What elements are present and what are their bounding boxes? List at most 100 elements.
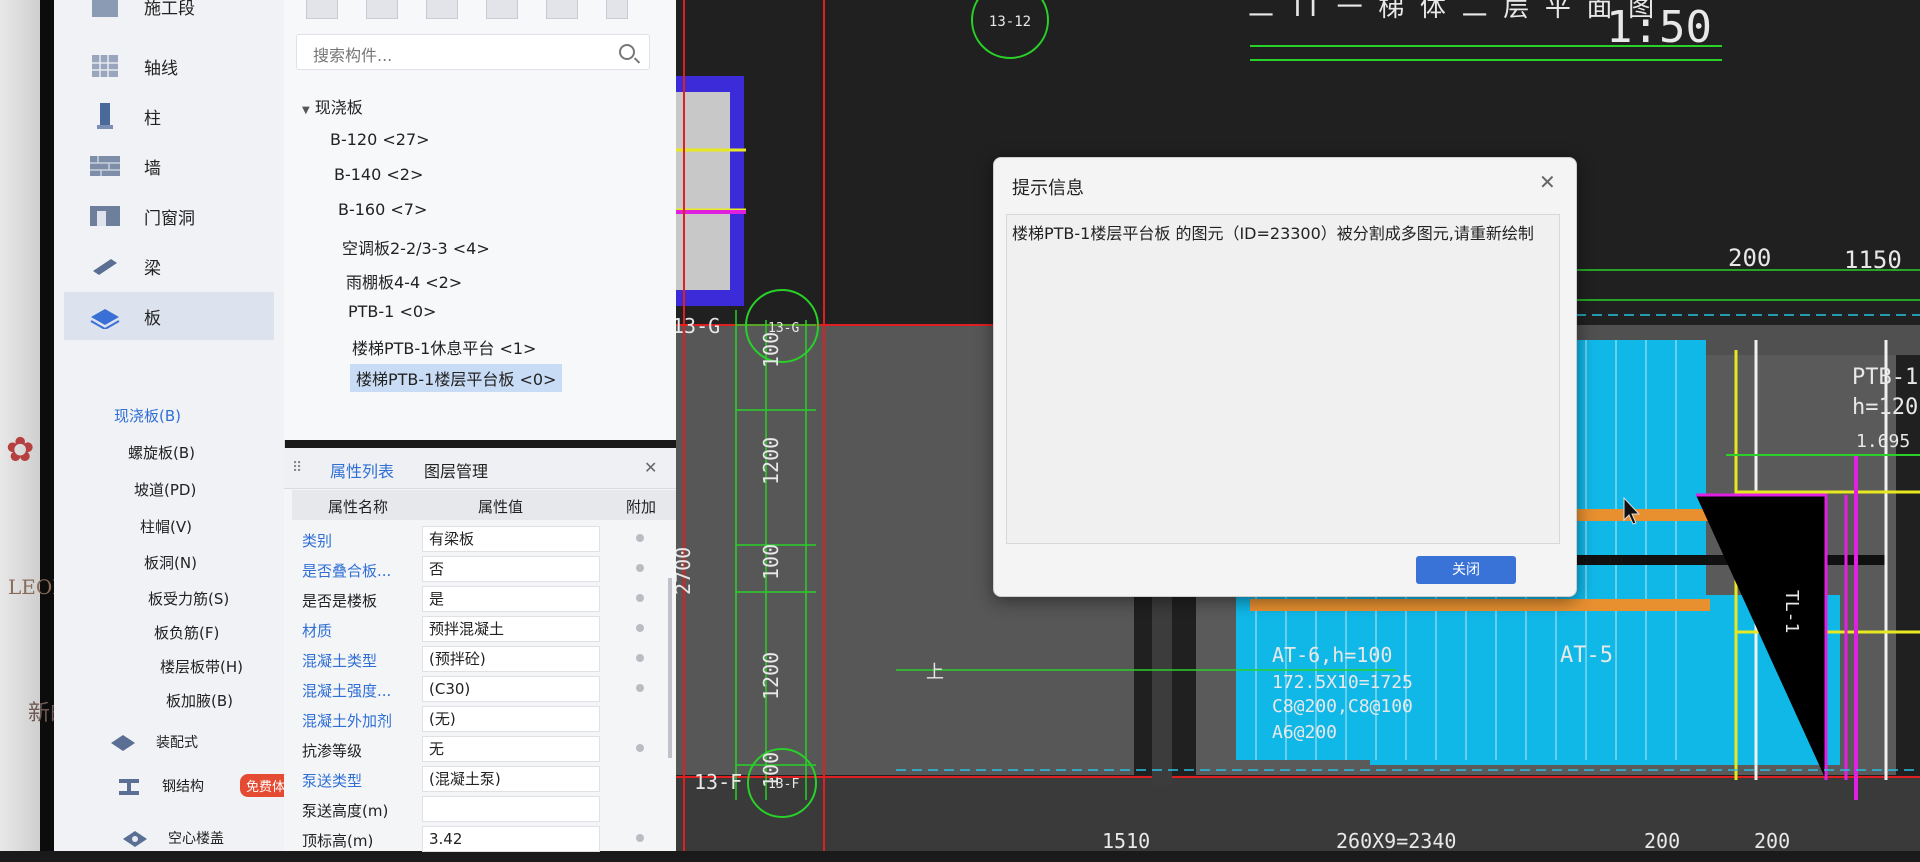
search-icon[interactable] [619, 44, 635, 60]
attach-checkbox[interactable] [636, 624, 644, 632]
property-value[interactable]: 预拌混凝土 [422, 616, 600, 642]
tree-toolbar [284, 0, 676, 28]
construction-section-icon [88, 0, 122, 21]
attach-checkbox[interactable] [636, 564, 644, 572]
property-value[interactable]: 有梁板 [422, 526, 600, 552]
property-value[interactable]: 是 [422, 586, 600, 612]
import-button[interactable] [546, 0, 578, 19]
at6-label: AT-6,h=100 [1272, 643, 1392, 667]
property-value[interactable]: 无 [422, 736, 600, 762]
nav-item-label: 轴线 [144, 58, 178, 79]
info-dialog: 提示信息 ✕ 楼梯PTB-1楼层平台板 的图元（ID=23300）被分割成多图元… [993, 157, 1577, 597]
sub-item-ramp[interactable]: 坡道(PD) [134, 479, 304, 500]
layer-copy-button[interactable] [486, 0, 518, 19]
dialog-message: 楼梯PTB-1楼层平台板 的图元（ID=23300）被分割成多图元,请重新绘制 [1012, 224, 1534, 243]
at6-steps: 172.5X10=1725 [1272, 672, 1413, 693]
drag-grip-icon[interactable]: ⠿ [292, 460, 302, 476]
properties-tabs: ⠿ 属性列表 图层管理 ✕ [284, 448, 676, 489]
tree-node-b160[interactable]: B-160 <7> [338, 200, 427, 219]
copy-button[interactable] [366, 0, 398, 19]
properties-panel: ⠿ 属性列表 图层管理 ✕ 属性名称 属性值 附加 类别 有梁板 是否叠合板...… [284, 448, 676, 854]
sub-item-cast-slab[interactable]: 现浇板(B) [114, 405, 284, 426]
column-header-value: 属性值 [478, 498, 524, 516]
dialog-message-box [1006, 214, 1560, 544]
tree-node-floor-platform[interactable]: 楼梯PTB-1楼层平台板 <0> [350, 364, 563, 392]
property-value[interactable] [422, 796, 600, 822]
table-row: 顶标高(m) 3.42 [292, 824, 672, 854]
attach-checkbox[interactable] [636, 834, 644, 842]
search-placeholder: 搜索构件... [313, 46, 393, 65]
property-value[interactable]: (混凝土泵) [422, 766, 600, 792]
property-name: 混凝土外加剂 [302, 712, 393, 730]
dim-text-1200a: 1200 [759, 437, 783, 485]
nav-item-label: 施工段 [144, 0, 195, 19]
collapse-triangle-icon[interactable]: ▼ [302, 105, 310, 116]
new-component-button[interactable] [306, 0, 338, 19]
tree-root-label: 现浇板 [314, 98, 363, 117]
table-row: 泵送高度(m) [292, 794, 672, 824]
background-ornament-icon: ✿ [6, 430, 35, 470]
property-name: 类别 [302, 532, 333, 550]
property-name: 泵送高度(m) [302, 802, 389, 820]
property-value[interactable]: 否 [422, 556, 600, 582]
up-mark: 上 [926, 662, 944, 683]
nav-item-beam[interactable]: 梁 [64, 242, 274, 290]
property-name: 是否叠合板... [302, 562, 392, 580]
nav-item-door-window[interactable]: 门窗洞 [64, 192, 274, 240]
tree-node-canopy[interactable]: 雨棚板4-4 <2> [346, 269, 462, 293]
nav-item-construction-section[interactable]: 施工段 [64, 0, 274, 30]
component-tree-panel: 搜索构件... ▼ 现浇板 B-120 <27> B-140 <2> B-160… [284, 0, 676, 440]
close-icon[interactable]: ✕ [644, 458, 657, 477]
more-button[interactable] [606, 0, 628, 19]
tree-node-b140[interactable]: B-140 <2> [334, 165, 423, 184]
nav-item-label: 门窗洞 [144, 208, 195, 229]
search-input[interactable]: 搜索构件... [296, 34, 650, 70]
attach-checkbox[interactable] [636, 744, 644, 752]
door-window-icon [88, 201, 122, 231]
nav-item-label: 墙 [144, 158, 161, 179]
tree-node-ac-slab[interactable]: 空调板2-2/3-3 <4> [342, 235, 490, 259]
properties-table-header: 属性名称 属性值 附加 [292, 490, 676, 520]
attach-checkbox[interactable] [636, 684, 644, 692]
properties-scrollbar[interactable] [668, 578, 672, 758]
attach-checkbox[interactable] [636, 534, 644, 542]
dim-text-100a: 100 [759, 332, 783, 368]
ptb-height: h=120 [1852, 395, 1918, 420]
table-row: 材质 预拌混凝土 [292, 614, 672, 644]
tree-node-b120[interactable]: B-120 <27> [330, 130, 430, 149]
column-icon [88, 101, 122, 131]
tab-layer-management[interactable]: 图层管理 [424, 458, 488, 482]
nav-item-slab[interactable]: 板 [64, 292, 274, 340]
table-row: 是否是楼板 是 [292, 584, 672, 614]
tree-node-ptb1[interactable]: PTB-1 <0> [348, 302, 436, 321]
property-value[interactable]: (C30) [422, 676, 600, 702]
steel-structure-icon [112, 771, 146, 801]
dim-text-100c: 100 [759, 752, 783, 788]
nav-item-axis[interactable]: 轴线 [64, 42, 274, 90]
attach-checkbox[interactable] [636, 654, 644, 662]
delete-button[interactable] [426, 0, 458, 19]
nav-item-label: 梁 [144, 258, 161, 279]
property-value[interactable]: 3.42 [422, 826, 600, 852]
nav-item-prefab[interactable]: 装配式 [94, 718, 304, 766]
property-name: 是否是楼板 [302, 592, 378, 610]
property-value[interactable]: (无) [422, 706, 600, 732]
tab-property-list[interactable]: 属性列表 [330, 458, 394, 482]
sub-item-spiral-slab[interactable]: 螺旋板(B) [128, 442, 298, 463]
property-value[interactable]: (预拌砼) [422, 646, 600, 672]
nav-item-wall[interactable]: 墙 [64, 142, 274, 190]
dim-text-1200b: 1200 [759, 652, 783, 700]
table-row: 混凝土强度... (C30) [292, 674, 672, 704]
attach-checkbox[interactable] [636, 594, 644, 602]
nav-item-column[interactable]: 柱 [64, 92, 274, 140]
component-nav: 施工段 轴线 柱 墙 门窗洞 梁 板 现浇板(B) 螺旋板(B) 坡道(PD) … [54, 0, 285, 851]
table-row: 混凝土类型 (预拌砼) [292, 644, 672, 674]
close-icon[interactable]: ✕ [1539, 170, 1556, 194]
close-button[interactable]: 关闭 [1416, 556, 1516, 584]
tree-root[interactable]: ▼ 现浇板 [302, 94, 363, 118]
axis-label-13f: 13-F [694, 770, 742, 794]
nav-item-label: 钢结构 [162, 779, 204, 795]
at6-rebar: C8@200,C8@100 [1272, 696, 1413, 717]
tree-node-rest-platform[interactable]: 楼梯PTB-1休息平台 <1> [352, 335, 536, 359]
dim-text-bottom-200: 200 [1644, 829, 1680, 851]
